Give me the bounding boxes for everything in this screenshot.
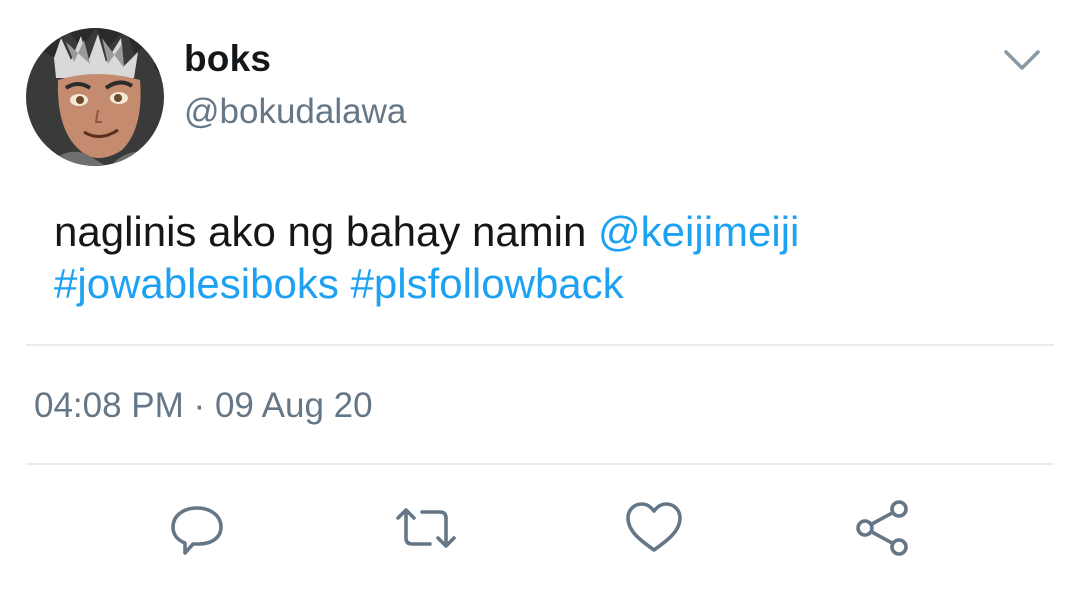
avatar[interactable] xyxy=(26,28,164,166)
share-button[interactable] xyxy=(851,496,915,560)
share-icon xyxy=(856,500,908,556)
anime-avatar-icon xyxy=(26,28,164,166)
tweet-date: 09 Aug 20 xyxy=(214,386,373,425)
tweet-card: boks @bokudalawa naglinis ako ng bahay n… xyxy=(0,0,1080,589)
tweet-text: naglinis ako ng bahay namin @keijimeiji … xyxy=(54,206,1034,310)
mention-link[interactable]: @keijimeiji xyxy=(598,208,799,255)
like-button[interactable] xyxy=(622,496,686,560)
timestamp-separator: · xyxy=(193,386,206,425)
hashtag-link[interactable]: #plsfollowback xyxy=(351,260,624,307)
tweet-timestamp: 04:08 PM · 09 Aug 20 xyxy=(34,386,373,426)
hashtag-link[interactable]: #jowablesiboks xyxy=(54,260,339,307)
tweet-actions xyxy=(0,496,1080,566)
tweet-menu-button[interactable] xyxy=(1002,44,1042,76)
display-name[interactable]: boks xyxy=(184,38,271,80)
heart-icon xyxy=(626,502,682,552)
retweet-icon xyxy=(396,508,456,548)
tweet-body: naglinis ako ng bahay namin xyxy=(54,208,587,255)
tweet-time: 04:08 PM xyxy=(34,386,184,425)
divider xyxy=(26,463,1054,465)
divider xyxy=(26,344,1054,346)
user-handle[interactable]: @bokudalawa xyxy=(184,92,406,132)
reply-icon xyxy=(171,506,223,555)
retweet-button[interactable] xyxy=(394,496,458,560)
reply-button[interactable] xyxy=(165,496,229,560)
chevron-down-icon xyxy=(1004,50,1040,70)
